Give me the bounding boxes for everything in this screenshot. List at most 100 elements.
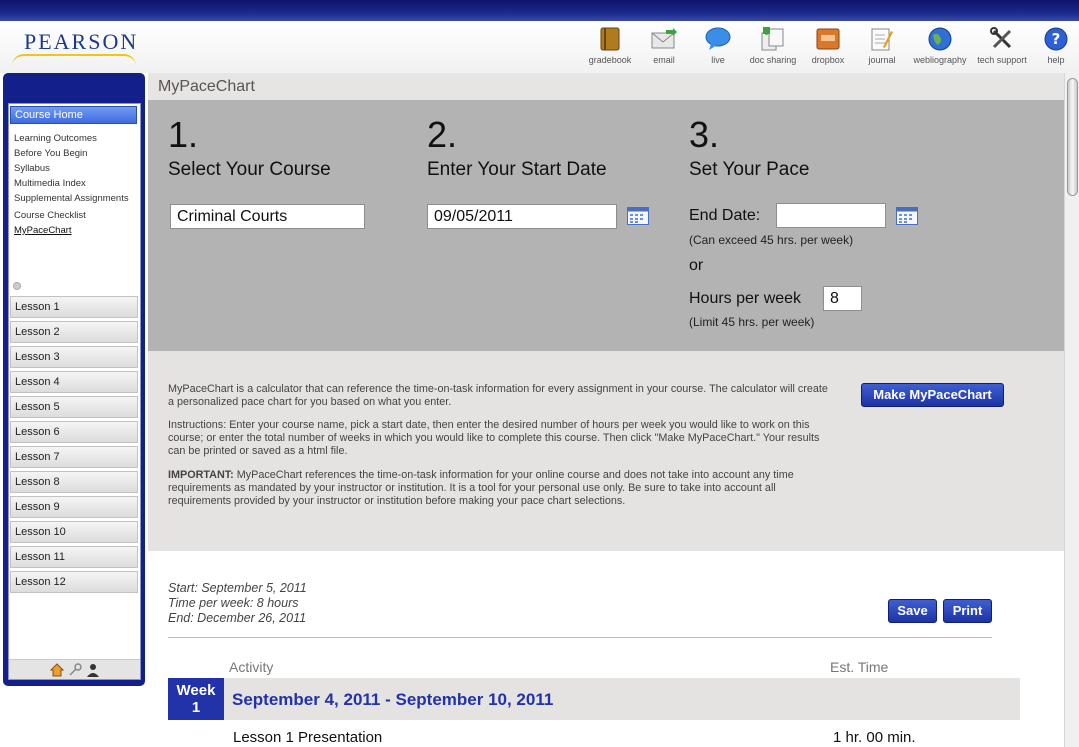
sidebar-item-course-home[interactable]: Course Home: [10, 106, 137, 124]
calendar-icon[interactable]: [627, 207, 649, 225]
make-mypacechart-button[interactable]: Make MyPaceChart: [861, 383, 1004, 407]
collapse-icon[interactable]: [13, 282, 21, 290]
gradebook-button[interactable]: gradebook: [583, 26, 637, 65]
results-panel: Start: September 5, 2011 Time per week: …: [148, 551, 1064, 747]
time-summary: Time per week: 8 hours: [168, 596, 299, 610]
sidebar-item-lesson-10[interactable]: Lesson 10: [10, 521, 138, 543]
sidebar-item-syllabus[interactable]: Syllabus: [14, 161, 139, 176]
page-title: MyPaceChart: [148, 73, 1064, 100]
tech-support-button[interactable]: tech support: [971, 26, 1033, 65]
time-cell: 1 hr. 00 min.: [833, 729, 916, 746]
journal-button[interactable]: journal: [855, 26, 909, 65]
activity-cell: Lesson 1 Presentation: [233, 729, 383, 746]
step-3: 3. Set Your Pace: [689, 115, 809, 181]
logo-swoosh: [12, 54, 136, 66]
webliography-button[interactable]: webliography: [909, 26, 971, 65]
or-label: or: [689, 257, 704, 274]
globe-icon: [928, 27, 952, 51]
week-row: Week 1 September 4, 2011 - September 10,…: [168, 678, 1020, 720]
sidebar-item-lesson-9[interactable]: Lesson 9: [10, 496, 138, 518]
svg-text:?: ?: [1052, 30, 1061, 48]
est-time-column-header: Est. Time: [830, 659, 889, 675]
live-chat-icon: [705, 27, 731, 50]
sidebar-item-multimedia-index[interactable]: Multimedia Index: [14, 176, 139, 191]
journal-icon: [871, 28, 893, 51]
sidebar-item-mypacechart[interactable]: MyPaceChart: [14, 223, 139, 238]
key-icon[interactable]: [68, 662, 82, 677]
info-panel: MyPaceChart is a calculator that can ref…: [148, 351, 1064, 551]
end-date-label: End Date:: [689, 207, 761, 224]
sidebar-item-lesson-6[interactable]: Lesson 6: [10, 421, 138, 443]
live-button[interactable]: live: [691, 26, 745, 65]
sidebar-links: Learning Outcomes Before You Begin Sylla…: [14, 131, 139, 238]
pace-summary: Start: September 5, 2011 Time per week: …: [168, 581, 307, 626]
sidebar-item-learning-outcomes[interactable]: Learning Outcomes: [14, 131, 139, 146]
scrollbar[interactable]: [1064, 73, 1079, 747]
sidebar-item-lesson-11[interactable]: Lesson 11: [10, 546, 138, 568]
print-button[interactable]: Print: [943, 599, 992, 623]
sidebar: Course Home Learning Outcomes Before You…: [3, 73, 145, 686]
sidebar-item-lesson-8[interactable]: Lesson 8: [10, 471, 138, 493]
intro-text: MyPaceChart is a calculator that can ref…: [168, 383, 828, 408]
sidebar-item-lesson-2[interactable]: Lesson 2: [10, 321, 138, 343]
important-label: IMPORTANT:: [168, 469, 234, 481]
sidebar-item-lesson-4[interactable]: Lesson 4: [10, 371, 138, 393]
start-summary: Start: September 5, 2011: [168, 581, 307, 595]
hours-note: (Limit 45 hrs. per week): [689, 315, 815, 329]
tools-icon: [990, 27, 1012, 49]
scrollbar-thumb[interactable]: [1067, 78, 1078, 196]
email-button[interactable]: email: [637, 26, 691, 65]
email-icon: [651, 28, 677, 49]
sidebar-item-before-you-begin[interactable]: Before You Begin: [14, 146, 139, 161]
course-input[interactable]: Criminal Courts: [170, 204, 365, 229]
instructions-text: Instructions: Enter your course name, pi…: [168, 419, 820, 457]
activity-column-header: Activity: [229, 659, 274, 675]
week-badge: Week 1: [168, 678, 224, 720]
hours-per-week-label: Hours per week: [689, 290, 802, 307]
step-2-number: 2.: [427, 114, 458, 155]
lesson-list: Lesson 1 Lesson 2 Lesson 3 Lesson 4 Less…: [10, 296, 138, 596]
home-icon[interactable]: [49, 662, 64, 677]
sidebar-footer: [9, 659, 140, 679]
end-date-calendar-icon[interactable]: [896, 207, 918, 225]
dropbox-icon: [816, 28, 840, 50]
sidebar-item-lesson-5[interactable]: Lesson 5: [10, 396, 138, 418]
sidebar-item-course-checklist[interactable]: Course Checklist: [14, 208, 139, 223]
sidebar-panel: Course Home Learning Outcomes Before You…: [8, 103, 141, 680]
step-1-title: Select Your Course: [168, 159, 331, 180]
doc-sharing-button[interactable]: doc sharing: [745, 26, 801, 65]
gradebook-icon: [600, 27, 620, 51]
end-date-input[interactable]: [776, 203, 886, 228]
toolbar: gradebook email live doc sharing dropbox…: [583, 26, 1079, 65]
sidebar-item-supplemental-assignments[interactable]: Supplemental Assignments: [14, 194, 139, 204]
step-3-number: 3.: [689, 114, 720, 155]
main-content: MyPaceChart 1. Select Your Course Crimin…: [148, 73, 1064, 747]
help-button[interactable]: ? help: [1033, 26, 1079, 65]
doc-sharing-icon: [761, 27, 784, 51]
pearson-logo: PEARSON: [24, 29, 139, 54]
save-button[interactable]: Save: [888, 599, 937, 623]
step-1-number: 1.: [168, 114, 199, 155]
user-icon[interactable]: [86, 663, 100, 677]
sidebar-item-lesson-12[interactable]: Lesson 12: [10, 571, 138, 593]
important-text: IMPORTANT: MyPaceChart references the ti…: [168, 469, 828, 508]
divider: [168, 637, 992, 638]
hours-per-week-input[interactable]: 8: [823, 286, 862, 311]
sidebar-item-lesson-1[interactable]: Lesson 1: [10, 296, 138, 318]
sidebar-item-lesson-3[interactable]: Lesson 3: [10, 346, 138, 368]
step-1: 1. Select Your Course: [168, 115, 331, 181]
sidebar-item-lesson-7[interactable]: Lesson 7: [10, 446, 138, 468]
step-3-title: Set Your Pace: [689, 159, 810, 180]
steps-panel: 1. Select Your Course Criminal Courts 2.…: [148, 100, 1064, 351]
week-range: September 4, 2011 - September 10, 2011: [232, 690, 554, 709]
step-2: 2. Enter Your Start Date: [427, 115, 607, 181]
start-date-input[interactable]: 09/05/2011: [427, 204, 617, 229]
end-date-note: (Can exceed 45 hrs. per week): [689, 233, 854, 247]
help-icon: ?: [1044, 27, 1068, 51]
header: PEARSON gradebook email live doc sharing…: [0, 21, 1079, 73]
step-2-title: Enter Your Start Date: [427, 159, 607, 180]
important-body: MyPaceChart references the time-on-task …: [168, 469, 794, 507]
dropbox-button[interactable]: dropbox: [801, 26, 855, 65]
end-summary: End: December 26, 2011: [168, 611, 307, 625]
top-banner: [0, 0, 1079, 21]
